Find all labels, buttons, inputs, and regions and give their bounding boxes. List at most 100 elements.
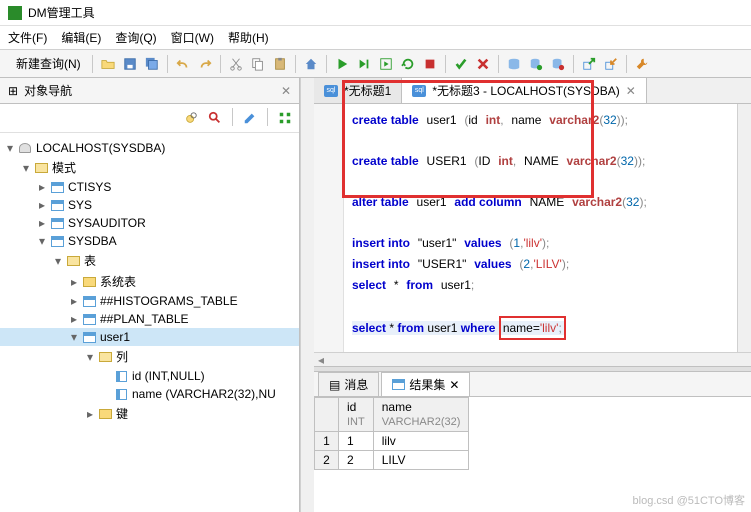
filter-icon[interactable] [205, 108, 225, 128]
commit-icon[interactable] [451, 54, 471, 74]
col-header-name[interactable]: nameVARCHAR2(32) [373, 398, 469, 432]
tree-schema-sys[interactable]: ▸SYS [0, 196, 299, 214]
editor-gutter [314, 104, 344, 352]
results-panel: ▤消息 结果集✕ idINT nameVARCHAR2(32) 1 1 lilv [314, 372, 751, 512]
sql-file-icon: sql [412, 85, 426, 97]
tools-icon[interactable] [632, 54, 652, 74]
editor-scrollbar[interactable] [737, 104, 751, 352]
tree-schema-node[interactable]: ▾模式 [0, 157, 299, 178]
separator [445, 55, 446, 73]
menu-file[interactable]: 文件(F) [8, 29, 47, 46]
window-title: DM管理工具 [28, 4, 95, 21]
separator [167, 55, 168, 73]
resultset-tab[interactable]: 结果集✕ [381, 372, 470, 396]
separator [92, 55, 93, 73]
separator [573, 55, 574, 73]
separator [232, 108, 233, 126]
separator [295, 55, 296, 73]
tree-columns-node[interactable]: ▾列 [0, 346, 299, 367]
sql-code[interactable]: create table user1 (id int, name varchar… [344, 104, 737, 352]
corner-cell [315, 398, 339, 432]
highlight-box: name='lilv'; [499, 316, 566, 340]
sidebar-tab-label: 对象导航 [24, 82, 72, 99]
export-icon[interactable] [579, 54, 599, 74]
import-icon[interactable] [601, 54, 621, 74]
editor-tab-2-label: *无标题3 - LOCALHOST(SYSDBA) [432, 82, 619, 99]
menu-query[interactable]: 查询(Q) [115, 29, 156, 46]
separator [498, 55, 499, 73]
home-icon[interactable] [301, 54, 321, 74]
tree-system-tables[interactable]: ▸系统表 [0, 271, 299, 292]
close-icon[interactable]: ✕ [449, 378, 459, 392]
menu-help[interactable]: 帮助(H) [228, 29, 269, 46]
watermark: blog.csd @51CTO博客 [633, 492, 745, 508]
database-remove-icon[interactable] [548, 54, 568, 74]
cell-id[interactable]: 1 [339, 432, 374, 451]
cell-name[interactable]: LILV [373, 451, 469, 470]
copy-icon[interactable] [248, 54, 268, 74]
save-all-icon[interactable] [142, 54, 162, 74]
table-row[interactable]: 1 1 lilv [315, 432, 469, 451]
tree-schema-ctisys[interactable]: ▸CTISYS [0, 178, 299, 196]
messages-tab[interactable]: ▤消息 [318, 372, 379, 396]
grid-icon [392, 379, 405, 390]
open-folder-icon[interactable] [98, 54, 118, 74]
cell-id[interactable]: 2 [339, 451, 374, 470]
save-icon[interactable] [120, 54, 140, 74]
database-icon[interactable] [504, 54, 524, 74]
sidebar: ⊞ 对象导航 ✕ ▾LOCALHOST(SYSDBA) ▾模式 ▸CTISYS … [0, 78, 300, 512]
redo-icon[interactable] [195, 54, 215, 74]
tree-table-plan[interactable]: ▸##PLAN_TABLE [0, 310, 299, 328]
sidebar-scrollbar[interactable] [300, 78, 314, 512]
new-query-button[interactable]: SQL 新建查询(N) [6, 53, 87, 74]
tree-table-user1[interactable]: ▾user1 [0, 328, 299, 346]
tree-connection[interactable]: ▾LOCALHOST(SYSDBA) [0, 139, 299, 157]
sql-editor[interactable]: create table user1 (id int, name varchar… [314, 104, 751, 352]
close-tab-icon[interactable]: ✕ [626, 84, 636, 98]
editor-tab-1-label: *无标题1 [344, 82, 391, 99]
menu-edit[interactable]: 编辑(E) [61, 29, 101, 46]
undo-icon[interactable] [173, 54, 193, 74]
edit-icon[interactable] [240, 108, 260, 128]
sidebar-tab[interactable]: ⊞ 对象导航 ✕ [0, 78, 299, 104]
close-icon[interactable]: ✕ [281, 84, 291, 98]
separator [220, 55, 221, 73]
object-tree[interactable]: ▾LOCALHOST(SYSDBA) ▾模式 ▸CTISYS ▸SYS ▸SYS… [0, 133, 299, 512]
run-script-icon[interactable] [376, 54, 396, 74]
table-row[interactable]: 2 2 LILV [315, 451, 469, 470]
menu-bar: 文件(F) 编辑(E) 查询(Q) 窗口(W) 帮助(H) [0, 26, 751, 50]
row-num: 1 [315, 432, 339, 451]
message-icon: ▤ [329, 378, 340, 392]
app-icon [8, 6, 22, 20]
tree-column-id[interactable]: id (INT,NULL) [0, 367, 299, 385]
cell-name[interactable]: lilv [373, 432, 469, 451]
editor-tab-1[interactable]: sql *无标题1 [314, 78, 402, 103]
separator [626, 55, 627, 73]
tree-schema-sysdba[interactable]: ▾SYSDBA [0, 232, 299, 250]
run-icon[interactable] [332, 54, 352, 74]
menu-window[interactable]: 窗口(W) [171, 29, 214, 46]
tree-table-histograms[interactable]: ▸##HISTOGRAMS_TABLE [0, 292, 299, 310]
result-tabs: ▤消息 结果集✕ [314, 372, 751, 397]
editor-h-scrollbar[interactable]: ◂ [314, 352, 751, 366]
run-step-icon[interactable] [354, 54, 374, 74]
find-object-icon[interactable] [181, 108, 201, 128]
result-grid[interactable]: idINT nameVARCHAR2(32) 1 1 lilv 2 2 LILV [314, 397, 469, 470]
database-add-icon[interactable] [526, 54, 546, 74]
col-header-id[interactable]: idINT [339, 398, 374, 432]
tree-icon: ⊞ [8, 84, 18, 98]
editor-area: sql *无标题1 sql *无标题3 - LOCALHOST(SYSDBA) … [314, 78, 751, 512]
rollback-icon[interactable] [473, 54, 493, 74]
stop-icon[interactable] [420, 54, 440, 74]
window-title-bar: DM管理工具 [0, 0, 751, 26]
tree-schema-sysauditor[interactable]: ▸SYSAUDITOR [0, 214, 299, 232]
cut-icon[interactable] [226, 54, 246, 74]
refresh-icon[interactable] [398, 54, 418, 74]
expand-all-icon[interactable] [275, 108, 295, 128]
editor-tab-2[interactable]: sql *无标题3 - LOCALHOST(SYSDBA) ✕ [402, 78, 646, 103]
tree-tables-node[interactable]: ▾表 [0, 250, 299, 271]
paste-icon[interactable] [270, 54, 290, 74]
tree-keys-node[interactable]: ▸键 [0, 403, 299, 424]
tree-column-name[interactable]: name (VARCHAR2(32),NU [0, 385, 299, 403]
editor-tabs: sql *无标题1 sql *无标题3 - LOCALHOST(SYSDBA) … [314, 78, 751, 104]
